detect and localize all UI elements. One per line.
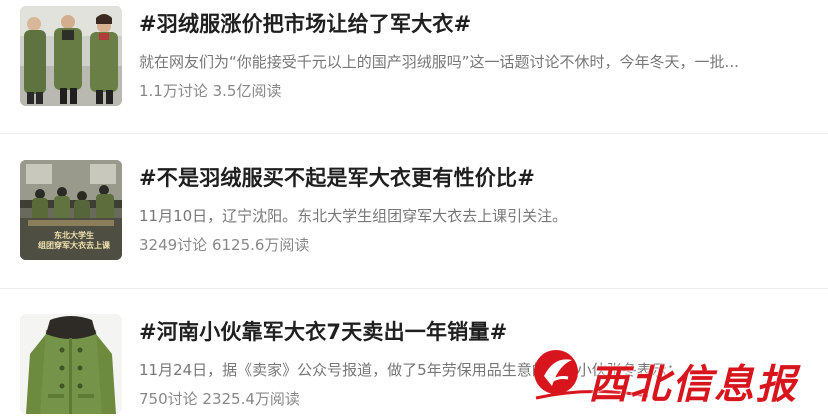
divider — [0, 288, 828, 289]
topic-summary: 就在网友们为“你能接受千元以上的国产羽绒服吗”这一话题讨论不休时，今年冬天，一批… — [139, 53, 739, 71]
topic-title[interactable]: #不是羽绒服买不起是军大衣更有性价比# — [139, 162, 535, 192]
topic-summary: 11月10日，辽宁沈阳。东北大学生组团穿军大衣去上课引关注。 — [139, 207, 568, 225]
topic-title[interactable]: #河南小伙靠军大衣7天卖出一年销量# — [139, 316, 507, 346]
topic-item[interactable]: 东北大学生 组团穿军大衣去上课 #不是羽绒服买不起是军大衣更有性价比# 11月1… — [0, 158, 828, 262]
topic-title[interactable]: #羽绒服涨价把市场让给了军大衣# — [139, 8, 471, 38]
watermark: 西北信息报 — [528, 346, 828, 408]
topic-stats: 750讨论 2325.4万阅读 — [139, 390, 300, 408]
topic-thumbnail-2[interactable]: 东北大学生 组团穿军大衣去上课 — [20, 160, 122, 260]
thumbnail-caption: 东北大学生 组团穿军大衣去上课 — [38, 230, 110, 250]
divider — [0, 133, 828, 134]
topic-item[interactable]: #羽绒服涨价把市场让给了军大衣# 就在网友们为“你能接受千元以上的国产羽绒服吗”… — [0, 4, 828, 108]
army-coat-image — [20, 314, 122, 414]
topic-stats: 3249讨论 6125.6万阅读 — [139, 236, 310, 254]
watermark-text: 西北信息报 — [588, 361, 798, 408]
topic-feed: #羽绒服涨价把市场让给了军大衣# 就在网友们为“你能接受千元以上的国产羽绒服吗”… — [0, 0, 828, 418]
topic-thumbnail-1[interactable] — [20, 6, 122, 106]
topic-stats: 1.1万讨论 3.5亿阅读 — [139, 82, 282, 100]
topic-thumbnail-3[interactable] — [20, 314, 122, 414]
people-in-army-coats-image — [20, 6, 122, 106]
